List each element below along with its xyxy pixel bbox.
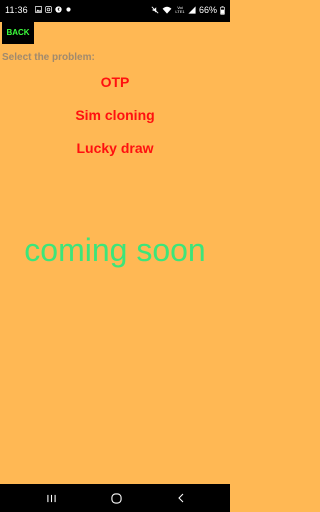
system-status-icons: Voi LTE1 66% [151, 5, 225, 15]
coming-soon-text: coming soon [24, 232, 206, 268]
recents-icon [46, 494, 56, 502]
instagram-icon [45, 6, 52, 13]
status-time: 11:36 [5, 5, 28, 15]
notification-icons [35, 6, 72, 13]
gallery-icon [35, 6, 42, 13]
problem-item-lucky-draw[interactable]: Lucky draw [0, 136, 230, 169]
dot-icon [66, 7, 71, 12]
back-nav-icon [178, 493, 184, 503]
problem-list: OTP Sim cloning Lucky draw [0, 70, 230, 169]
status-bar: 11:36 Voi LTE1 66% [0, 0, 230, 22]
select-problem-label: Select the problem: [2, 52, 95, 63]
home-button[interactable] [96, 484, 136, 512]
wifi-icon [162, 6, 172, 14]
problem-item-otp[interactable]: OTP [0, 70, 230, 103]
navigation-bar [0, 484, 230, 512]
network-label: Voi LTE1 [175, 5, 185, 14]
recents-button[interactable] [31, 484, 71, 512]
problem-item-sim-cloning[interactable]: Sim cloning [0, 103, 230, 136]
battery-icon [220, 5, 225, 15]
battery-percent: 66% [198, 5, 217, 15]
mute-icon [151, 6, 159, 14]
home-icon [110, 492, 122, 504]
shazam-icon [55, 6, 62, 13]
back-button[interactable]: BACK [2, 21, 34, 44]
back-nav-button[interactable] [161, 484, 201, 512]
signal-icon [188, 6, 196, 14]
